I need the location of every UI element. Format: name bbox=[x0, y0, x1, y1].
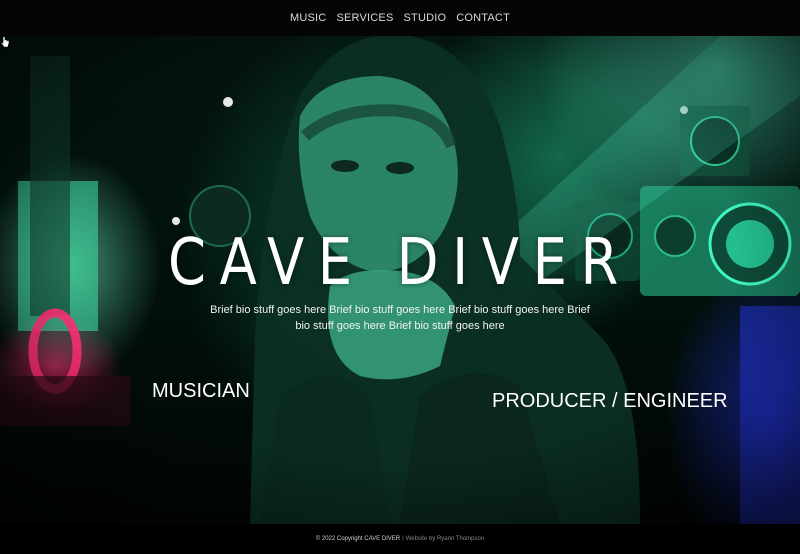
role-musician-link[interactable]: MUSICIAN bbox=[152, 380, 250, 403]
page: MUSIC SERVICES STUDIO CONTACT CAVE DIVER… bbox=[0, 0, 800, 554]
nav-link-contact[interactable]: CONTACT bbox=[456, 12, 510, 24]
nav-link-music[interactable]: MUSIC bbox=[290, 12, 326, 24]
hero-section: CAVE DIVER Brief bio stuff goes here Bri… bbox=[0, 36, 800, 524]
footer-copyright: © 2022 Copyright CAVE DIVER bbox=[315, 536, 401, 542]
hand-cursor-icon bbox=[1, 36, 10, 48]
hero-title: CAVE DIVER bbox=[168, 226, 632, 300]
role-producer-engineer-link[interactable]: PRODUCER / ENGINEER bbox=[492, 390, 728, 413]
nav-link-studio[interactable]: STUDIO bbox=[403, 12, 446, 24]
hero-bio: Brief bio stuff goes here Brief bio stuf… bbox=[210, 304, 590, 332]
site-footer: © 2022 Copyright CAVE DIVER | Website by… bbox=[0, 524, 800, 554]
footer-credit-link[interactable]: Website by Ryann Thompson bbox=[406, 536, 485, 542]
top-navigation: MUSIC SERVICES STUDIO CONTACT bbox=[0, 0, 800, 36]
nav-link-services[interactable]: SERVICES bbox=[336, 12, 393, 24]
footer-separator: | bbox=[402, 536, 404, 542]
